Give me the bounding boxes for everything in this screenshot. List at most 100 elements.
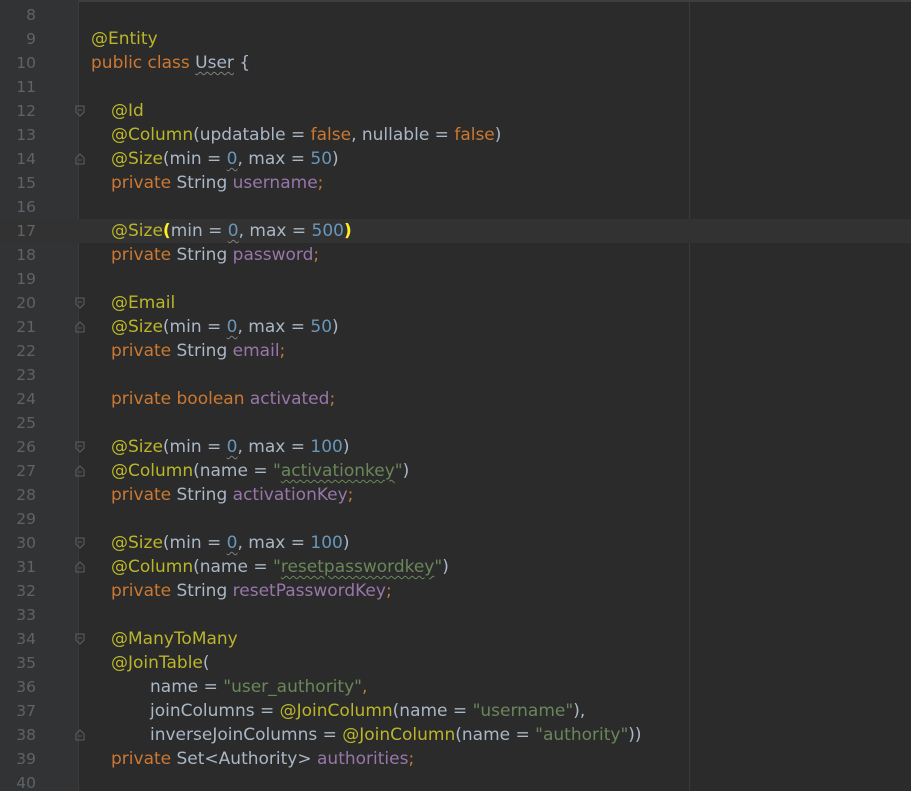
- line-number[interactable]: 12: [0, 99, 36, 123]
- line-number[interactable]: 27: [0, 459, 36, 483]
- code-line-12[interactable]: 12 @Id: [0, 99, 911, 123]
- line-number[interactable]: 11: [0, 75, 36, 99]
- line-number[interactable]: 16: [0, 195, 36, 219]
- code-line-40[interactable]: 40: [0, 771, 911, 791]
- code-line-21[interactable]: 21 @Size(min = 0, max = 50): [0, 315, 911, 339]
- line-number[interactable]: 30: [0, 531, 36, 555]
- code-line-19[interactable]: 19: [0, 267, 911, 291]
- code-text[interactable]: @ManyToMany: [111, 627, 238, 651]
- fold-start-icon[interactable]: [75, 297, 85, 309]
- line-number[interactable]: 23: [0, 363, 36, 387]
- line-number[interactable]: 38: [0, 723, 36, 747]
- line-number[interactable]: 33: [0, 603, 36, 627]
- code-text[interactable]: private String activationKey;: [111, 483, 353, 507]
- code-text[interactable]: @Size(min = 0, max = 100): [111, 435, 349, 459]
- code-line-29[interactable]: 29: [0, 507, 911, 531]
- code-text[interactable]: inverseJoinColumns = @JoinColumn(name = …: [150, 723, 642, 747]
- fold-end-icon[interactable]: [75, 561, 85, 573]
- code-line-8[interactable]: 8: [0, 3, 911, 27]
- code-line-33[interactable]: 33: [0, 603, 911, 627]
- line-number[interactable]: 31: [0, 555, 36, 579]
- code-text[interactable]: @Id: [111, 99, 144, 123]
- code-text[interactable]: private String password;: [111, 243, 319, 267]
- line-number[interactable]: 39: [0, 747, 36, 771]
- line-number[interactable]: 32: [0, 579, 36, 603]
- code-text[interactable]: @Size(min = 0, max = 100): [111, 531, 349, 555]
- line-number[interactable]: 17: [0, 219, 36, 243]
- line-number[interactable]: 24: [0, 387, 36, 411]
- code-line-34[interactable]: 34 @ManyToMany: [0, 627, 911, 651]
- code-line-17[interactable]: 17 @Size(min = 0, max = 500): [0, 219, 911, 243]
- fold-start-icon[interactable]: [75, 105, 85, 117]
- code-line-14[interactable]: 14 @Size(min = 0, max = 50): [0, 147, 911, 171]
- line-number[interactable]: 20: [0, 291, 36, 315]
- code-line-25[interactable]: 25: [0, 411, 911, 435]
- line-number[interactable]: 25: [0, 411, 36, 435]
- code-line-13[interactable]: 13 @Column(updatable = false, nullable = …: [0, 123, 911, 147]
- code-text[interactable]: private String email;: [111, 339, 285, 363]
- code-text[interactable]: @JoinTable(: [111, 651, 210, 675]
- fold-end-icon[interactable]: [75, 153, 85, 165]
- fold-end-icon[interactable]: [75, 465, 85, 477]
- code-line-26[interactable]: 26 @Size(min = 0, max = 100): [0, 435, 911, 459]
- code-text[interactable]: @Entity: [91, 27, 158, 51]
- code-line-28[interactable]: 28 private String activationKey;: [0, 483, 911, 507]
- code-line-36[interactable]: 36 name = "user_authority",: [0, 675, 911, 699]
- code-line-38[interactable]: 38 inverseJoinColumns = @JoinColumn(name …: [0, 723, 911, 747]
- code-text[interactable]: @Size(min = 0, max = 50): [111, 315, 339, 339]
- code-text[interactable]: @Size(min = 0, max = 50): [111, 147, 339, 171]
- line-number[interactable]: 13: [0, 123, 36, 147]
- fold-start-icon[interactable]: [75, 537, 85, 549]
- line-number[interactable]: 18: [0, 243, 36, 267]
- code-text[interactable]: private boolean activated;: [111, 387, 335, 411]
- line-number[interactable]: 9: [0, 27, 36, 51]
- line-number[interactable]: 28: [0, 483, 36, 507]
- code-text[interactable]: private Set<Authority> authorities;: [111, 747, 414, 771]
- line-number[interactable]: 36: [0, 675, 36, 699]
- code-line-31[interactable]: 31 @Column(name = "resetpasswordkey"): [0, 555, 911, 579]
- line-number[interactable]: 10: [0, 51, 36, 75]
- line-number[interactable]: 19: [0, 267, 36, 291]
- code-text[interactable]: name = "user_authority",: [150, 675, 367, 699]
- code-text[interactable]: @Column(updatable = false, nullable = fa…: [111, 123, 501, 147]
- code-line-20[interactable]: 20 @Email: [0, 291, 911, 315]
- code-line-27[interactable]: 27 @Column(name = "activationkey"): [0, 459, 911, 483]
- line-number[interactable]: 15: [0, 171, 36, 195]
- code-line-9[interactable]: 9 @Entity: [0, 27, 911, 51]
- code-text[interactable]: @Email: [111, 291, 175, 315]
- code-text[interactable]: private String resetPasswordKey;: [111, 579, 392, 603]
- line-number[interactable]: 37: [0, 699, 36, 723]
- code-line-24[interactable]: 24 private boolean activated;: [0, 387, 911, 411]
- code-line-23[interactable]: 23: [0, 363, 911, 387]
- code-line-32[interactable]: 32 private String resetPasswordKey;: [0, 579, 911, 603]
- fold-end-icon[interactable]: [75, 321, 85, 333]
- line-number[interactable]: 34: [0, 627, 36, 651]
- code-editor[interactable]: 8 9 @Entity 10 public class User { 11 12 @Id 13 @…: [0, 0, 911, 791]
- code-line-30[interactable]: 30 @Size(min = 0, max = 100): [0, 531, 911, 555]
- code-line-37[interactable]: 37 joinColumns = @JoinColumn(name = "user…: [0, 699, 911, 723]
- code-line-15[interactable]: 15 private String username;: [0, 171, 911, 195]
- code-text[interactable]: private String username;: [111, 171, 323, 195]
- line-number[interactable]: 26: [0, 435, 36, 459]
- code-line-16[interactable]: 16: [0, 195, 911, 219]
- code-text[interactable]: public class User {: [91, 51, 250, 75]
- line-number[interactable]: 14: [0, 147, 36, 171]
- code-text[interactable]: joinColumns = @JoinColumn(name = "userna…: [150, 699, 585, 723]
- code-line-22[interactable]: 22 private String email;: [0, 339, 911, 363]
- line-number[interactable]: 35: [0, 651, 36, 675]
- code-line-10[interactable]: 10 public class User {: [0, 51, 911, 75]
- code-line-35[interactable]: 35 @JoinTable(: [0, 651, 911, 675]
- code-text[interactable]: @Column(name = "resetpasswordkey"): [111, 555, 449, 579]
- fold-start-icon[interactable]: [75, 441, 85, 453]
- fold-end-icon[interactable]: [75, 729, 85, 741]
- line-number[interactable]: 40: [0, 771, 36, 791]
- code-line-11[interactable]: 11: [0, 75, 911, 99]
- code-text[interactable]: @Size(min = 0, max = 500): [111, 219, 352, 243]
- line-number[interactable]: 29: [0, 507, 36, 531]
- code-text[interactable]: @Column(name = "activationkey"): [111, 459, 409, 483]
- line-number[interactable]: 21: [0, 315, 36, 339]
- line-number[interactable]: 8: [0, 3, 36, 27]
- fold-start-icon[interactable]: [75, 633, 85, 645]
- line-number[interactable]: 22: [0, 339, 36, 363]
- code-line-18[interactable]: 18 private String password;: [0, 243, 911, 267]
